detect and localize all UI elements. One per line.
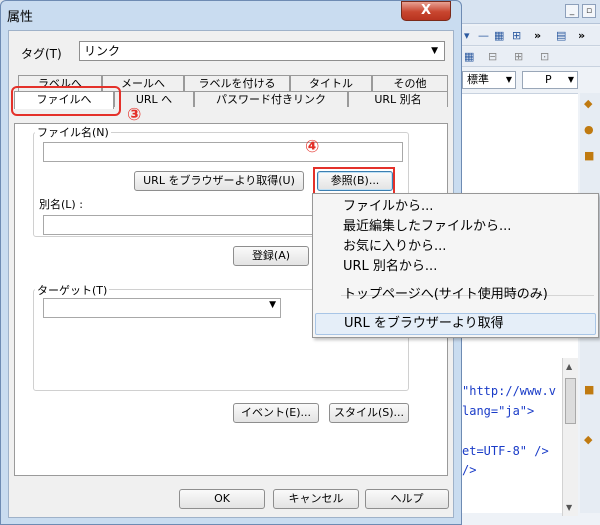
target-select[interactable]: ▼ [43, 298, 281, 318]
menu-item-from-file[interactable]: ファイルから... [315, 196, 596, 218]
tab-url[interactable]: URL へ [114, 91, 194, 107]
close-button[interactable]: X [401, 1, 451, 21]
frame-icon[interactable]: ⊞ [512, 29, 521, 43]
chevron-down-icon: ▼ [567, 75, 574, 84]
annotation-number-4: ④ [305, 137, 320, 157]
maximize-button[interactable]: ▫ [582, 4, 596, 18]
tag-label: タグ(T) [21, 47, 62, 61]
paragraph-style-select[interactable]: 標準 ▼ [462, 71, 516, 89]
panel-icon[interactable]: ■ [584, 383, 594, 396]
help-button[interactable]: ヘルプ [365, 489, 449, 509]
format-select[interactable]: P ▼ [522, 71, 578, 89]
annotation-highlight-browse-button [313, 167, 395, 195]
event-button[interactable]: イベント(E)... [233, 403, 319, 423]
background-toolbar-3: 標準 ▼ P ▼ [458, 69, 600, 91]
background-toolbar-2: ▦ ⊟ ⊞ ⊡ [458, 47, 600, 67]
alias-label: 別名(L) : [39, 198, 83, 211]
editor-scrollbar[interactable]: ▲ ▼ [562, 358, 578, 516]
filename-label: ファイル名(N) [35, 124, 111, 140]
merge-cells-icon[interactable]: ⊡ [540, 50, 549, 64]
background-toolbar-1: ▾ — ▦ ⊞ » ▤ » [458, 26, 600, 46]
insert-column-icon[interactable]: ⊞ [514, 50, 523, 64]
scroll-up-arrow-icon[interactable]: ▲ [566, 362, 572, 371]
tab-password-link[interactable]: パスワード付きリンク [194, 91, 348, 107]
menu-item-top-page[interactable]: トップページへ(サイト使用時のみ) [315, 284, 596, 306]
tab-other[interactable]: その他 [372, 75, 448, 91]
code-line: /> [462, 463, 477, 477]
menu-item-url-alias[interactable]: URL 別名から... [315, 256, 596, 278]
tag-select[interactable]: リンク ▼ [79, 41, 445, 61]
tab-url-alias[interactable]: URL 別名 [348, 91, 448, 107]
scrollbar-thumb[interactable] [565, 378, 576, 424]
layout-icon[interactable]: ▤ [556, 29, 566, 43]
panel-icon[interactable]: ● [584, 123, 594, 136]
tab-add-label[interactable]: ラベルを付ける [184, 75, 290, 91]
annotation-highlight-file-tab [11, 86, 121, 116]
format-value: P [545, 73, 552, 86]
chevron-down-icon: ▼ [269, 300, 276, 310]
chevron-down-icon: ▼ [505, 75, 512, 84]
menu-item-recent-files[interactable]: 最近編集したファイルから... [315, 216, 596, 238]
code-line: et=UTF-8" /> [462, 444, 549, 458]
arrow-down-icon[interactable]: ▾ [464, 29, 470, 43]
tab-title[interactable]: タイトル [290, 75, 372, 91]
minimize-button[interactable]: _ [565, 4, 579, 18]
ok-button[interactable]: OK [179, 489, 265, 509]
insert-row-icon[interactable]: ⊟ [488, 50, 497, 64]
panel-icon[interactable]: ◆ [584, 97, 592, 110]
background-titlebar: _ ▫ [458, 0, 600, 24]
filename-input[interactable] [43, 142, 403, 162]
overflow-chevron-icon-2[interactable]: » [578, 29, 585, 43]
dialog-titlebar[interactable]: 属性 X [1, 1, 461, 27]
table-icon[interactable]: ▦ [494, 29, 504, 43]
register-button[interactable]: 登録(A) [233, 246, 309, 266]
target-label: ターゲット(T) [35, 282, 110, 298]
panel-icon[interactable]: ◆ [584, 433, 592, 446]
paragraph-style-value: 標準 [467, 73, 489, 86]
overflow-chevron-icon[interactable]: » [534, 29, 541, 43]
style-button[interactable]: スタイル(S)... [329, 403, 409, 423]
browse-popup-menu: ファイルから... 最近編集したファイルから... お気に入りから... URL… [312, 193, 599, 338]
tag-select-value: リンク [84, 44, 121, 58]
menu-item-get-url-from-browser[interactable]: URL をブラウザーより取得 [315, 313, 596, 335]
menu-item-favorites[interactable]: お気に入りから... [315, 236, 596, 258]
chevron-down-icon: ▼ [431, 46, 438, 56]
scroll-down-arrow-icon[interactable]: ▼ [566, 503, 572, 512]
get-url-from-browser-button[interactable]: URL をブラウザーより取得(U) [134, 171, 304, 191]
code-line: lang="ja"> [462, 404, 535, 418]
dialog-title: 属性 [7, 10, 34, 25]
grid-icon[interactable]: ▦ [464, 50, 474, 64]
cancel-button[interactable]: キャンセル [273, 489, 359, 509]
panel-icon[interactable]: ■ [584, 149, 594, 162]
minus-icon[interactable]: — [478, 29, 489, 43]
annotation-number-3: ③ [127, 105, 142, 125]
code-line: "http://www.v [462, 384, 556, 398]
close-icon: X [420, 3, 432, 18]
